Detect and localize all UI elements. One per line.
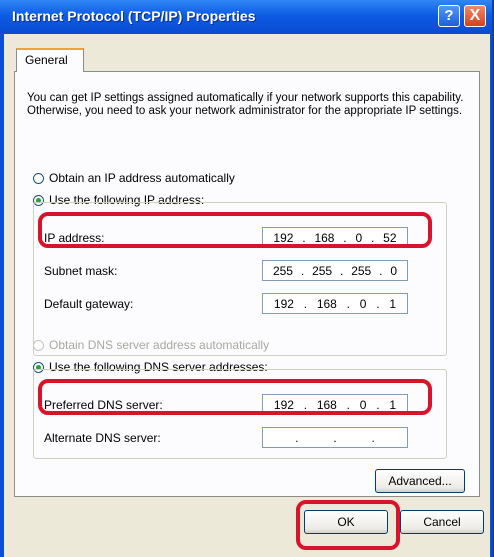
- obtain-ip-auto-label: Obtain an IP address automatically: [49, 171, 235, 185]
- preferred-dns-field[interactable]: 192. 168. 0. 1: [262, 394, 408, 415]
- ip-octet-3: 0: [355, 230, 363, 245]
- obtain-dns-auto-label: Obtain DNS server address automatically: [49, 338, 270, 352]
- advanced-button[interactable]: Advanced...: [375, 469, 465, 493]
- pdns-octet-4: 1: [389, 397, 397, 412]
- help-button[interactable]: ?: [438, 5, 460, 27]
- ip-octet-4: 52: [383, 230, 397, 245]
- ip-address-group: IP address: 192. 168. 0. 52 Subnet mask:…: [33, 202, 447, 356]
- gateway-octet-2: 168: [316, 296, 337, 311]
- window-title: Internet Protocol (TCP/IP) Properties: [12, 8, 256, 24]
- ip-octet-1: 192: [273, 230, 294, 245]
- subnet-mask-label: Subnet mask:: [44, 264, 118, 278]
- title-bar[interactable]: Internet Protocol (TCP/IP) Properties ? …: [0, 0, 492, 34]
- ip-octet-2: 168: [314, 230, 335, 245]
- pdns-octet-3: 0: [359, 397, 367, 412]
- gateway-octet-1: 192: [273, 296, 294, 311]
- obtain-ip-auto-option[interactable]: Obtain an IP address automatically: [33, 171, 235, 185]
- subnet-mask-field[interactable]: 255. 255. 255. 0: [262, 260, 408, 281]
- subnet-octet-3: 255: [351, 263, 372, 278]
- ip-address-label: IP address:: [44, 231, 105, 245]
- intro-text: You can get IP settings assigned automat…: [27, 92, 464, 117]
- ok-button[interactable]: OK: [304, 510, 388, 534]
- pdns-octet-1: 192: [273, 397, 294, 412]
- preferred-dns-label: Preferred DNS server:: [44, 398, 163, 412]
- default-gateway-field[interactable]: 192. 168. 0. 1: [262, 293, 408, 314]
- subnet-octet-1: 255: [272, 263, 293, 278]
- obtain-dns-auto-option[interactable]: Obtain DNS server address automatically: [33, 338, 269, 352]
- obtain-dns-auto-radio[interactable]: [33, 339, 44, 351]
- ip-address-field[interactable]: 192. 168. 0. 52: [262, 227, 408, 248]
- dialog-client-area: General You can get IP settings assigned…: [4, 34, 490, 557]
- pdns-octet-2: 168: [316, 397, 337, 412]
- tab-general[interactable]: General: [16, 48, 84, 72]
- dns-server-group: Preferred DNS server: 192. 168. 0. 1 Alt…: [33, 369, 447, 459]
- gateway-octet-4: 1: [389, 296, 397, 311]
- alternate-dns-label: Alternate DNS server:: [44, 431, 161, 445]
- obtain-ip-auto-radio[interactable]: [33, 172, 44, 184]
- subnet-octet-4: 0: [390, 263, 397, 278]
- close-button[interactable]: X: [464, 5, 486, 27]
- tcpip-properties-window: Internet Protocol (TCP/IP) Properties ? …: [0, 0, 494, 557]
- general-tab-panel: You can get IP settings assigned automat…: [14, 71, 480, 497]
- gateway-octet-3: 0: [359, 296, 367, 311]
- alternate-dns-field[interactable]: . . .: [262, 427, 408, 448]
- default-gateway-label: Default gateway:: [44, 297, 134, 311]
- cancel-button[interactable]: Cancel: [400, 510, 484, 534]
- subnet-octet-2: 255: [312, 263, 333, 278]
